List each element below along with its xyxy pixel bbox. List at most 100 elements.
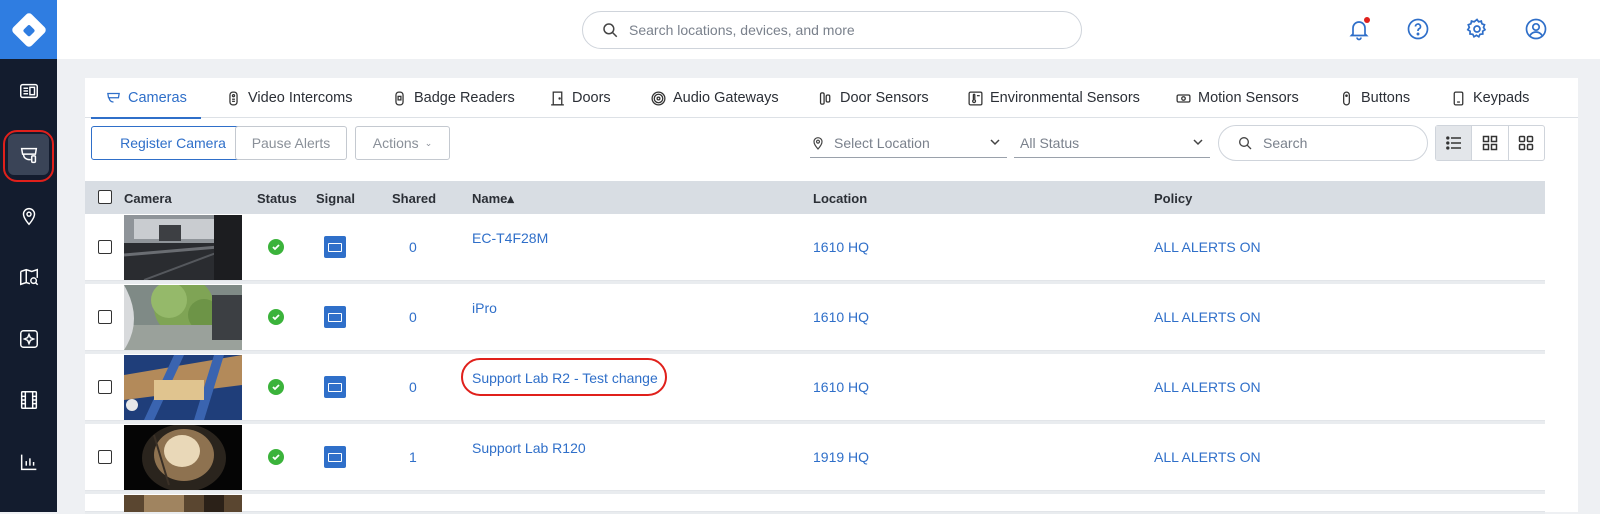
tab-label: Video Intercoms: [248, 90, 353, 106]
location-pin-icon: [813, 136, 823, 150]
camera-name-link[interactable]: EC-T4F28M: [472, 230, 548, 246]
row-checkbox[interactable]: [98, 380, 112, 394]
status-select[interactable]: All Status: [1014, 128, 1210, 158]
camera-search-input[interactable]: [1263, 135, 1413, 151]
actions-button[interactable]: Actions ⌄: [355, 126, 450, 160]
app-logo[interactable]: [0, 0, 57, 59]
analytics-icon[interactable]: [8, 318, 49, 359]
table-row[interactable]: [85, 494, 1545, 512]
select-all-checkbox[interactable]: [98, 190, 112, 204]
cameras-icon[interactable]: [8, 134, 49, 175]
notification-dot: [1364, 17, 1370, 23]
row-checkbox[interactable]: [98, 310, 112, 324]
intercom-icon: [229, 90, 238, 106]
badge-reader-icon: [395, 90, 404, 106]
camera-name-link[interactable]: Support Lab R120: [472, 440, 586, 456]
view-toggle: [1435, 125, 1545, 161]
dashboard-icon[interactable]: [8, 70, 49, 111]
policy-link[interactable]: ALL ALERTS ON: [1154, 309, 1261, 325]
tab-label: Buttons: [1361, 90, 1411, 106]
tab-badge-readers[interactable]: Badge Readers: [391, 78, 515, 118]
grid-view-icon[interactable]: [1471, 126, 1507, 160]
column-camera[interactable]: Camera: [124, 191, 172, 206]
table-row[interactable]: 0 iPro 1610 HQ ALL ALERTS ON: [85, 284, 1545, 351]
device-tabs: Cameras Video Intercoms Badge Readers Do…: [85, 78, 1578, 119]
help-icon[interactable]: [1406, 17, 1430, 41]
global-search-input[interactable]: [629, 22, 1049, 38]
camera-thumbnail[interactable]: [124, 425, 242, 490]
tab-label: Environmental Sensors: [990, 90, 1140, 106]
location-link[interactable]: 1610 HQ: [813, 239, 869, 255]
tab-cameras[interactable]: Cameras: [91, 78, 201, 119]
door-sensor-icon: [819, 91, 831, 105]
tab-label: Doors: [572, 90, 611, 106]
camera-search[interactable]: [1218, 125, 1428, 161]
status-ok-icon: [268, 309, 284, 325]
shared-count[interactable]: 0: [409, 379, 417, 395]
column-location[interactable]: Location: [813, 191, 867, 206]
table-row[interactable]: 0 EC-T4F28M 1610 HQ ALL ALERTS ON: [85, 214, 1545, 281]
gear-icon[interactable]: [1465, 17, 1489, 41]
tab-keypads[interactable]: Keypads: [1450, 78, 1529, 118]
location-link[interactable]: 1919 HQ: [813, 449, 869, 465]
shared-count[interactable]: 1: [409, 449, 417, 465]
location-select[interactable]: Select Location: [810, 128, 1007, 158]
column-shared[interactable]: Shared: [392, 191, 436, 206]
tab-doors[interactable]: Doors: [549, 78, 611, 118]
tab-door-sensors[interactable]: Door Sensors: [817, 78, 929, 118]
user-icon[interactable]: [1524, 17, 1548, 41]
register-camera-button[interactable]: Register Camera: [91, 126, 255, 160]
keypad-icon: [1453, 90, 1464, 106]
column-name[interactable]: Name▴: [472, 191, 514, 207]
camera-icon: [107, 92, 120, 103]
tab-environmental-sensors[interactable]: Environmental Sensors: [967, 78, 1140, 118]
table-row[interactable]: 0 Support Lab R2 - Test change 1610 HQ A…: [85, 354, 1545, 421]
status-ok-icon: [268, 449, 284, 465]
shared-count[interactable]: 0: [409, 309, 417, 325]
audio-gateway-icon: [651, 90, 666, 106]
chevron-down-icon: [1193, 139, 1203, 146]
tab-motion-sensors[interactable]: Motion Sensors: [1175, 78, 1299, 118]
list-view-icon[interactable]: [1436, 126, 1472, 160]
column-policy[interactable]: Policy: [1154, 191, 1192, 206]
film-icon[interactable]: [8, 379, 49, 420]
ethernet-icon: [324, 306, 346, 328]
camera-thumbnail[interactable]: [124, 285, 242, 350]
global-search[interactable]: [582, 11, 1082, 49]
policy-link[interactable]: ALL ALERTS ON: [1154, 379, 1261, 395]
tab-audio-gateways[interactable]: Audio Gateways: [650, 78, 779, 118]
location-link[interactable]: 1610 HQ: [813, 309, 869, 325]
camera-thumbnail[interactable]: [124, 215, 242, 280]
row-checkbox[interactable]: [98, 240, 112, 254]
bar-chart-icon[interactable]: [8, 441, 49, 482]
chevron-down-icon: ⌄: [424, 137, 433, 148]
camera-name-link[interactable]: iPro: [472, 300, 497, 316]
door-icon: [551, 90, 564, 106]
location-link[interactable]: 1610 HQ: [813, 379, 869, 395]
sidebar: [0, 0, 57, 512]
map-search-icon[interactable]: [8, 256, 49, 297]
tab-label: Audio Gateways: [673, 90, 779, 106]
camera-name-link[interactable]: Support Lab R2 - Test change: [472, 370, 658, 386]
column-status[interactable]: Status: [257, 191, 297, 206]
search-icon: [603, 23, 618, 38]
pause-alerts-button[interactable]: Pause Alerts: [235, 126, 347, 160]
shared-count[interactable]: 0: [409, 239, 417, 255]
tab-buttons[interactable]: Buttons: [1338, 78, 1410, 118]
column-signal[interactable]: Signal: [316, 191, 355, 206]
tab-video-intercoms[interactable]: Video Intercoms: [225, 78, 353, 118]
row-checkbox[interactable]: [98, 450, 112, 464]
tab-label: Keypads: [1473, 90, 1530, 106]
camera-thumbnail[interactable]: [124, 355, 242, 420]
ethernet-icon: [324, 446, 346, 468]
motion-sensor-icon: [1176, 93, 1191, 103]
camera-thumbnail[interactable]: [124, 495, 242, 512]
policy-link[interactable]: ALL ALERTS ON: [1154, 239, 1261, 255]
tile-view-icon[interactable]: [1507, 126, 1544, 160]
location-pin-icon[interactable]: [8, 195, 49, 236]
logo-diamond-icon: [10, 11, 47, 48]
table-row[interactable]: 1 Support Lab R120 1919 HQ ALL ALERTS ON: [85, 424, 1545, 491]
policy-link[interactable]: ALL ALERTS ON: [1154, 449, 1261, 465]
environmental-sensor-icon: [968, 90, 983, 106]
bell-icon[interactable]: [1347, 17, 1371, 41]
